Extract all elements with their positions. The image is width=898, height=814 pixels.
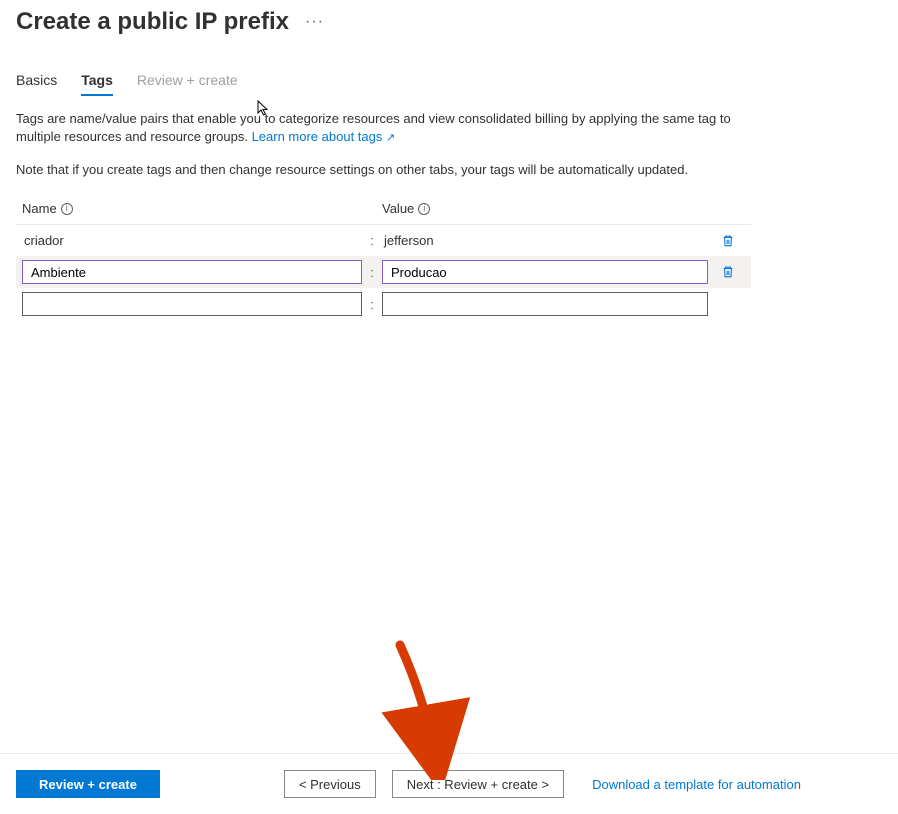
info-icon[interactable]: i <box>61 203 73 215</box>
info-icon[interactable]: i <box>418 203 430 215</box>
tag-name-input[interactable] <box>22 260 362 284</box>
column-header-value: Value <box>382 201 414 216</box>
delete-icon[interactable] <box>720 264 736 280</box>
column-header-name: Name <box>22 201 57 216</box>
download-template-link[interactable]: Download a template for automation <box>592 777 801 792</box>
tab-bar: Basics Tags Review + create <box>16 72 882 96</box>
tab-tags[interactable]: Tags <box>81 72 113 96</box>
note-text: Note that if you create tags and then ch… <box>16 161 776 179</box>
tag-name-input[interactable] <box>22 292 362 316</box>
separator: : <box>362 265 382 280</box>
separator: : <box>362 233 382 248</box>
tag-value-input[interactable] <box>382 292 708 316</box>
separator: : <box>362 297 382 312</box>
tags-table: Name i Value i criador : jefferson <box>16 197 751 320</box>
previous-button[interactable]: < Previous <box>284 770 376 798</box>
review-create-button[interactable]: Review + create <box>16 770 160 798</box>
footer-bar: Review + create < Previous Next : Review… <box>0 753 898 814</box>
tab-basics[interactable]: Basics <box>16 72 57 96</box>
tag-value-input[interactable] <box>382 260 708 284</box>
delete-icon[interactable] <box>720 233 736 249</box>
description-text: Tags are name/value pairs that enable yo… <box>16 110 776 147</box>
table-header: Name i Value i <box>16 197 751 225</box>
page-title: Create a public IP prefix <box>16 8 289 36</box>
more-button[interactable]: ··· <box>301 13 328 31</box>
table-row: : <box>16 256 751 288</box>
tab-review-create[interactable]: Review + create <box>137 72 238 96</box>
external-link-icon: ↗ <box>386 132 395 144</box>
tag-value-text: jefferson <box>382 229 708 252</box>
learn-more-link[interactable]: Learn more about tags ↗ <box>252 129 396 144</box>
table-row: : <box>16 288 751 320</box>
tag-name-text: criador <box>22 229 362 252</box>
next-button[interactable]: Next : Review + create > <box>392 770 564 798</box>
table-row: criador : jefferson <box>16 225 751 256</box>
